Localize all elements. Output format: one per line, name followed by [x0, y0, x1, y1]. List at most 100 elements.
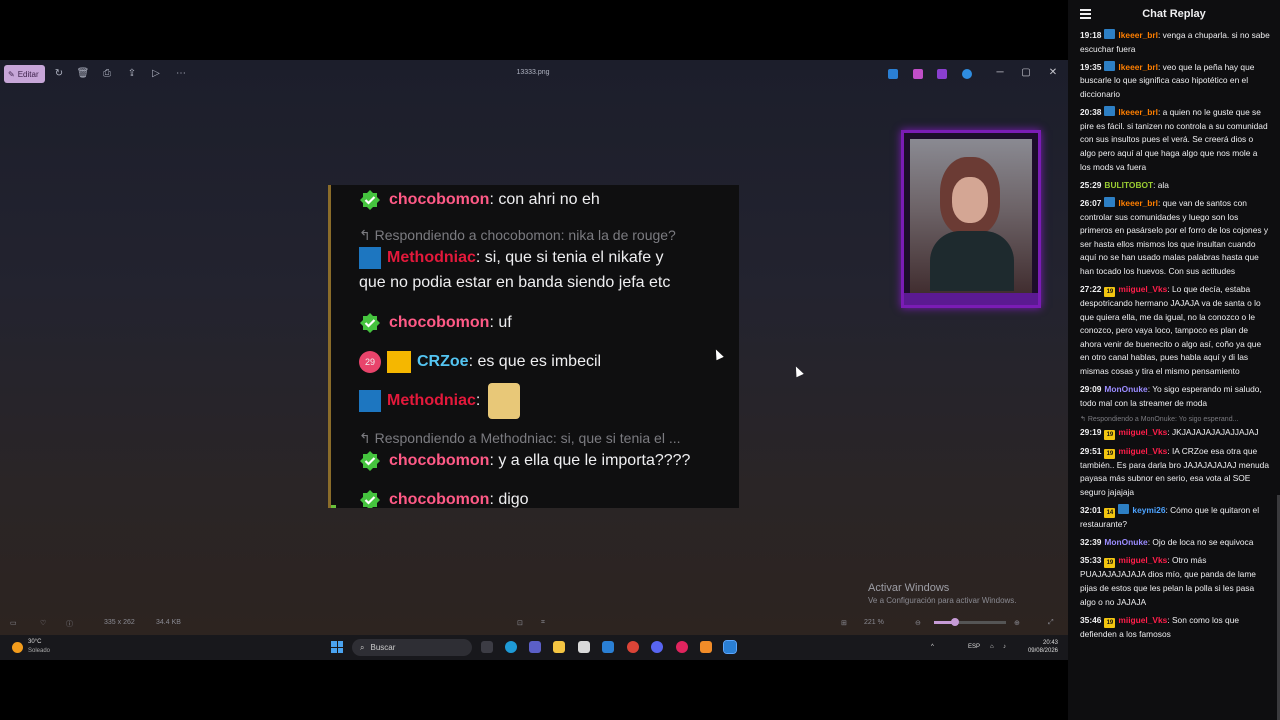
- zoom-value[interactable]: 221 %: [864, 619, 884, 626]
- message-timestamp[interactable]: 29:19: [1080, 427, 1101, 437]
- message-username[interactable]: lkeeer_brl: [1118, 30, 1158, 40]
- message-text: : que van de santos con controlar sus co…: [1080, 197, 1269, 276]
- message-text: : JKJAJAJAJAJAJJAJAJ: [1167, 427, 1259, 437]
- network-icon[interactable]: ⌂: [990, 644, 994, 650]
- chat-img-text: : digo: [489, 491, 529, 508]
- message-username[interactable]: miiguel_Vks: [1118, 615, 1167, 625]
- tray-chevron-icon[interactable]: ^: [931, 644, 934, 650]
- print-icon[interactable]: ⎙: [100, 67, 114, 81]
- close-icon[interactable]: ✕: [1046, 66, 1060, 80]
- volume-icon[interactable]: ♪: [1003, 644, 1006, 650]
- chat-replay-panel: Chat Replay 19:18 lkeeer_brl: venga a chu…: [1068, 0, 1280, 720]
- chat-message: 35:33 19 miiguel_Vks: Otro más PUAJAJAJAJA…: [1080, 554, 1270, 609]
- message-username[interactable]: lkeeer_brl: [1118, 62, 1158, 72]
- message-timestamp[interactable]: 29:09: [1080, 384, 1101, 394]
- chat-img-line: Methodniac : si, que si tenia el nikafe …: [359, 247, 664, 269]
- photos-icon[interactable]: [723, 640, 737, 654]
- search-icon: ⌕: [360, 642, 365, 652]
- copilot-icon[interactable]: [913, 69, 923, 79]
- vlc-icon[interactable]: [700, 641, 712, 653]
- message-timestamp[interactable]: 29:51: [1080, 446, 1101, 456]
- filmstrip-icon[interactable]: ▭: [10, 619, 17, 627]
- edit-button[interactable]: ✎ Editar: [4, 65, 45, 83]
- zoom-slider-knob[interactable]: [950, 618, 959, 626]
- message-username[interactable]: miiguel_Vks: [1118, 284, 1167, 294]
- message-username[interactable]: miiguel_Vks: [1118, 555, 1167, 565]
- share-icon[interactable]: ⇪: [125, 67, 139, 81]
- message-text: : Lo que decía, estaba despotricando her…: [1080, 284, 1262, 377]
- reply-indicator: ↰ Respondiendo a MonOnuke: Yo sigo esper…: [1080, 416, 1239, 423]
- zoom-slider[interactable]: [934, 618, 1006, 626]
- message-timestamp[interactable]: 25:29: [1080, 180, 1101, 190]
- message-username[interactable]: keymi26: [1132, 505, 1165, 515]
- discord-icon[interactable]: [651, 641, 663, 653]
- onedrive-icon[interactable]: [962, 69, 972, 79]
- chat-message: 26:07 lkeeer_brl: que van de santos con c…: [1080, 196, 1270, 279]
- message-timestamp[interactable]: 26:07: [1080, 198, 1101, 208]
- taskbar-search[interactable]: ⌕ Buscar: [352, 639, 472, 656]
- zoom-in-icon[interactable]: ⊕: [1014, 619, 1020, 627]
- keyboard-language[interactable]: ESP: [968, 644, 980, 650]
- message-timestamp[interactable]: 20:38: [1080, 107, 1101, 117]
- message-timestamp[interactable]: 27:22: [1080, 284, 1101, 294]
- windows-taskbar: 30°C Soleado ⌕ Buscar ^ ESP ⌂ ♪ 20:43 09…: [0, 635, 1068, 660]
- task-view-icon[interactable]: [481, 641, 493, 653]
- message-username[interactable]: MonOnuke: [1104, 537, 1147, 547]
- minimize-icon[interactable]: ─: [993, 66, 1007, 80]
- designer-icon[interactable]: [888, 69, 898, 79]
- actual-size-icon[interactable]: ⊞: [841, 619, 847, 627]
- sub-badge-icon: 29: [359, 351, 381, 373]
- chat-message: ↰ Respondiendo a MonOnuke: Yo sigo esper…: [1080, 415, 1270, 440]
- maximize-icon[interactable]: ▢: [1019, 66, 1033, 80]
- verified-badge-icon: [360, 313, 380, 333]
- activate-windows-title: Activar Windows: [868, 582, 950, 594]
- message-timestamp[interactable]: 19:35: [1080, 62, 1101, 72]
- taskbar-clock[interactable]: 20:43 09/08/2026: [1020, 639, 1058, 655]
- app-icon[interactable]: [676, 641, 688, 653]
- zoom-out-icon[interactable]: ⊖: [915, 619, 921, 627]
- fit-icon[interactable]: ⊡: [517, 619, 523, 627]
- rotate-icon[interactable]: ↻: [52, 67, 66, 81]
- message-username[interactable]: BULITOBOT: [1104, 180, 1153, 190]
- crop-icon[interactable]: ⌗: [541, 619, 545, 627]
- chat-img-text: : con ahri no eh: [489, 191, 600, 208]
- weather-temperature[interactable]: 30°C: [28, 639, 41, 645]
- slideshow-icon[interactable]: ▷: [149, 67, 163, 81]
- windows-start-icon[interactable]: [331, 641, 343, 653]
- weather-condition[interactable]: Soleado: [28, 648, 50, 654]
- sun-icon[interactable]: [12, 642, 23, 653]
- message-username[interactable]: MonOnuke: [1104, 384, 1147, 394]
- favorite-icon[interactable]: ♡: [40, 619, 46, 627]
- message-timestamp[interactable]: 35:46: [1080, 615, 1101, 625]
- clipchamp-icon[interactable]: [937, 69, 947, 79]
- store-icon[interactable]: [578, 641, 590, 653]
- fullscreen-icon[interactable]: ⤢: [1048, 619, 1054, 627]
- chat-img-reply: ↰ Respondiendo a chocobomon: nika la de …: [359, 227, 676, 243]
- message-timestamp[interactable]: 35:33: [1080, 555, 1101, 565]
- chat-message: 29:09 MonOnuke: Yo sigo esperando mi salu…: [1080, 383, 1270, 410]
- chrome-icon[interactable]: [627, 641, 639, 653]
- message-username[interactable]: miiguel_Vks: [1118, 446, 1167, 456]
- message-timestamp[interactable]: 32:01: [1080, 505, 1101, 515]
- chat-img-username: chocobomon: [389, 191, 490, 208]
- message-username[interactable]: lkeeer_brl: [1118, 107, 1158, 117]
- message-timestamp[interactable]: 32:39: [1080, 537, 1101, 547]
- activate-windows-subtitle: Ve a Configuración para activar Windows.: [868, 596, 1017, 605]
- chat-img-text: que no podia estar en banda siendo jefa …: [359, 274, 671, 291]
- chat-message-list[interactable]: 19:18 lkeeer_brl: venga a chuparla. si no…: [1080, 29, 1270, 646]
- chat-img-username: Methodniac: [387, 249, 476, 266]
- teams-icon[interactable]: [529, 641, 541, 653]
- more-icon[interactable]: ⋯: [174, 67, 188, 81]
- info-icon[interactable]: ⓘ: [66, 619, 73, 629]
- message-username[interactable]: lkeeer_brl: [1118, 198, 1158, 208]
- clock-time: 20:43: [1042, 640, 1058, 646]
- subscriber-badge-icon: 14: [1104, 507, 1116, 518]
- message-username[interactable]: miiguel_Vks: [1118, 427, 1167, 437]
- chat-message: 32:01 14 keymi26: Cómo que le quitaron el …: [1080, 503, 1270, 532]
- mail-icon[interactable]: [602, 641, 614, 653]
- message-timestamp[interactable]: 19:18: [1080, 30, 1101, 40]
- file-explorer-icon[interactable]: [553, 641, 565, 653]
- edge-icon[interactable]: [505, 641, 517, 653]
- image-dimensions: 335 x 262: [104, 619, 135, 626]
- delete-icon[interactable]: 🗑: [76, 67, 90, 81]
